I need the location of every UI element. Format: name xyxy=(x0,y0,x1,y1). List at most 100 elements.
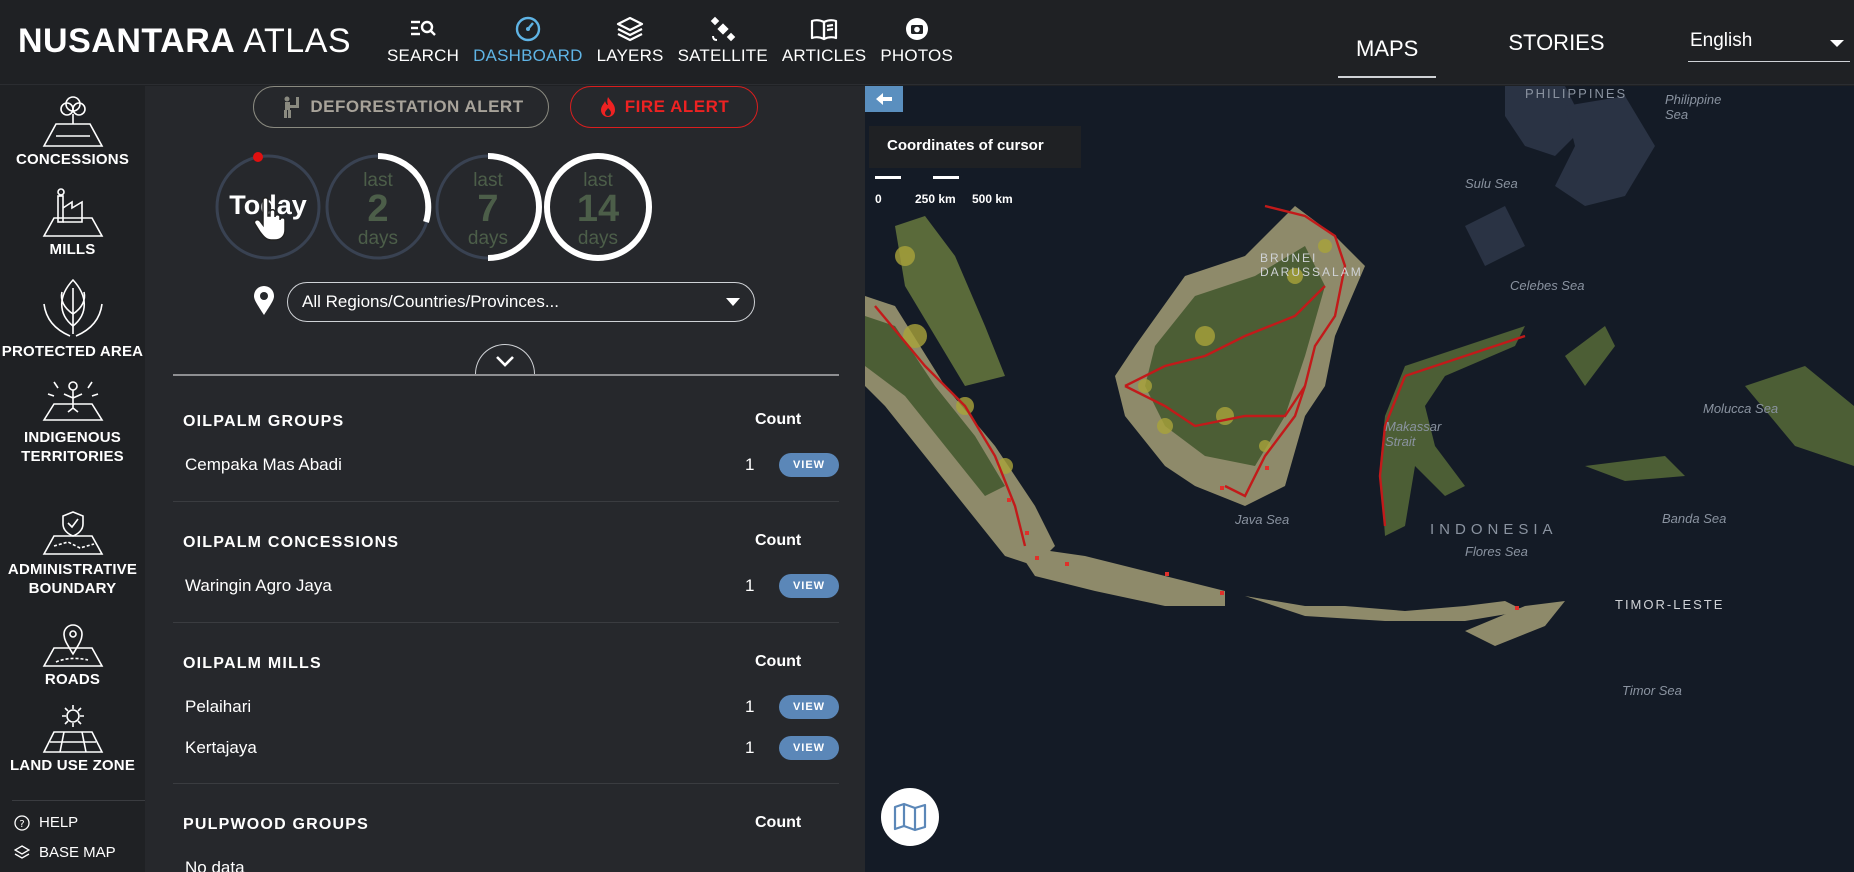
rail-administrative-boundary[interactable]: ADMINISTRATIVE BOUNDARY xyxy=(0,508,145,598)
item-name: Cempaka Mas Abadi xyxy=(185,455,342,474)
scale-segment xyxy=(933,176,959,179)
view-button[interactable]: VIEW xyxy=(779,695,839,719)
section-divider xyxy=(173,622,839,623)
rail-indigenous-territories[interactable]: INDIGENOUS TERRITORIES xyxy=(0,378,145,466)
item-count: 1 xyxy=(745,576,755,595)
period-14-unit: days xyxy=(577,228,619,249)
nav-dashboard[interactable]: DASHBOARD xyxy=(473,16,583,76)
scale-zero: 0 xyxy=(875,192,882,206)
nav-photos[interactable]: PHOTOS xyxy=(880,16,953,76)
deforestation-alert-button[interactable]: DEFORESTATION ALERT xyxy=(253,86,549,128)
scale-max: 500 km xyxy=(972,192,1013,206)
list-item: Waringin Agro Jaya 1 VIEW xyxy=(185,574,839,600)
rail-roads[interactable]: ROADS xyxy=(0,618,145,689)
view-button[interactable]: VIEW xyxy=(779,453,839,477)
rail-concessions[interactable]: CONCESSIONS xyxy=(0,94,145,169)
nav-satellite[interactable]: SATELLITE xyxy=(678,16,768,76)
help-label: HELP xyxy=(39,814,79,831)
flame-icon xyxy=(600,97,615,117)
section-title: OILPALM GROUPS xyxy=(183,413,345,430)
period-last-2-days[interactable]: last 2 days xyxy=(323,152,433,262)
label-molucca-sea: Molucca Sea xyxy=(1703,401,1779,416)
label-indonesia: INDONESIA xyxy=(1430,521,1558,538)
layers-icon xyxy=(14,844,30,859)
list-item: No data xyxy=(185,856,825,872)
map-icon xyxy=(893,802,927,832)
view-button[interactable]: VIEW xyxy=(779,736,839,760)
rail-mills[interactable]: MILLS xyxy=(0,188,145,259)
region-select-value: All Regions/Countries/Provinces... xyxy=(302,292,560,311)
location-pin-icon xyxy=(254,286,274,315)
nav-search[interactable]: SEARCH xyxy=(387,16,459,76)
nav-layers-label: LAYERS xyxy=(596,46,664,65)
dashboard-panel: DEFORESTATION ALERT FIRE ALERT Today las… xyxy=(145,86,865,872)
nav-articles[interactable]: ARTICLES xyxy=(782,16,866,76)
section-title: OILPALM CONCESSIONS xyxy=(183,534,400,551)
item-count: 1 xyxy=(745,697,755,716)
item-name: Kertajaya xyxy=(185,738,257,757)
list-item: Kertajaya 1 VIEW xyxy=(185,736,839,762)
stories-tab[interactable]: STORIES xyxy=(1490,21,1622,65)
nav-dashboard-label: DASHBOARD xyxy=(473,46,583,65)
help-icon: ? xyxy=(14,814,30,831)
nav-search-label: SEARCH xyxy=(387,46,460,65)
satellite-icon xyxy=(710,16,735,42)
camera-icon xyxy=(905,18,928,40)
period-last-14-days[interactable]: last 14 days xyxy=(543,152,653,262)
rail-land-use-zone[interactable]: LAND USE ZONE xyxy=(0,702,145,775)
count-header: Count xyxy=(755,411,802,428)
administrative-boundary-icon xyxy=(42,511,103,555)
basemap-toggle-button[interactable] xyxy=(881,788,939,846)
period-last-7-days[interactable]: last 7 days xyxy=(433,152,543,262)
indigenous-icon xyxy=(42,381,103,421)
hand-pointer-icon xyxy=(253,197,286,241)
count-header: Count xyxy=(755,653,802,670)
rail-roads-label: ROADS xyxy=(44,671,101,688)
period-2-num: 2 xyxy=(367,188,389,230)
section-divider xyxy=(173,783,839,784)
item-count: 1 xyxy=(745,738,755,757)
help-button[interactable]: ? HELP xyxy=(14,814,78,831)
brand-logo[interactable]: NUSANTARA ATLAS xyxy=(18,22,351,61)
svg-text:?: ? xyxy=(19,819,24,830)
item-count: 1 xyxy=(745,455,755,474)
list-item: Cempaka Mas Abadi 1 VIEW xyxy=(185,453,839,479)
label-banda-sea: Banda Sea xyxy=(1662,511,1727,526)
view-button[interactable]: VIEW xyxy=(779,574,839,598)
nav-satellite-label: SATELLITE xyxy=(677,46,768,65)
nav-layers[interactable]: LAYERS xyxy=(597,16,664,76)
road-pin-icon xyxy=(42,624,103,667)
period-today[interactable]: Today xyxy=(213,152,323,262)
list-item: Pelaihari 1 VIEW xyxy=(185,695,839,721)
right-nav: MAPS STORIES xyxy=(1338,0,1623,85)
map-canvas[interactable]: Coordinates of cursor 0 250 km 500 km PH… xyxy=(865,86,1854,872)
section-divider xyxy=(173,501,839,502)
protected-area-icon xyxy=(42,278,103,337)
fire-alert-button[interactable]: FIRE ALERT xyxy=(570,86,758,128)
base-map-button[interactable]: BASE MAP xyxy=(14,844,116,861)
top-bar: NUSANTARA ATLAS SEARCH DASHBOARD LAYERS … xyxy=(0,0,1854,85)
speedometer-icon xyxy=(515,16,541,42)
mills-icon xyxy=(42,188,103,237)
deforestation-alert-label: DEFORESTATION ALERT xyxy=(310,97,524,116)
rail-admin-label: ADMINISTRATIVE BOUNDARY xyxy=(7,561,138,597)
land-use-gear-icon xyxy=(42,705,103,753)
rail-concessions-label: CONCESSIONS xyxy=(15,151,130,168)
language-select[interactable]: English xyxy=(1688,26,1850,62)
count-header: Count xyxy=(755,814,802,831)
collapse-panel-button[interactable] xyxy=(865,86,903,112)
top-nav: SEARCH DASHBOARD LAYERS SATELLITE ARTICL… xyxy=(387,16,967,76)
scale-bar: 0 250 km 500 km xyxy=(875,176,1025,206)
expand-panel-button[interactable] xyxy=(475,344,535,376)
rail-divider xyxy=(12,800,146,801)
nav-photos-label: PHOTOS xyxy=(880,46,954,65)
chevron-down-icon xyxy=(1830,40,1844,47)
label-java-sea: Java Sea xyxy=(1235,512,1290,527)
region-select[interactable]: All Regions/Countries/Provinces... xyxy=(287,282,755,322)
maps-tab[interactable]: MAPS xyxy=(1338,26,1437,78)
section-title: OILPALM MILLS xyxy=(183,655,322,672)
rail-protected-area[interactable]: PROTECTED AREA xyxy=(0,274,145,361)
concessions-icon xyxy=(42,96,103,147)
period-7-unit: days xyxy=(467,228,509,249)
app: NUSANTARA ATLAS SEARCH DASHBOARD LAYERS … xyxy=(0,0,1854,872)
